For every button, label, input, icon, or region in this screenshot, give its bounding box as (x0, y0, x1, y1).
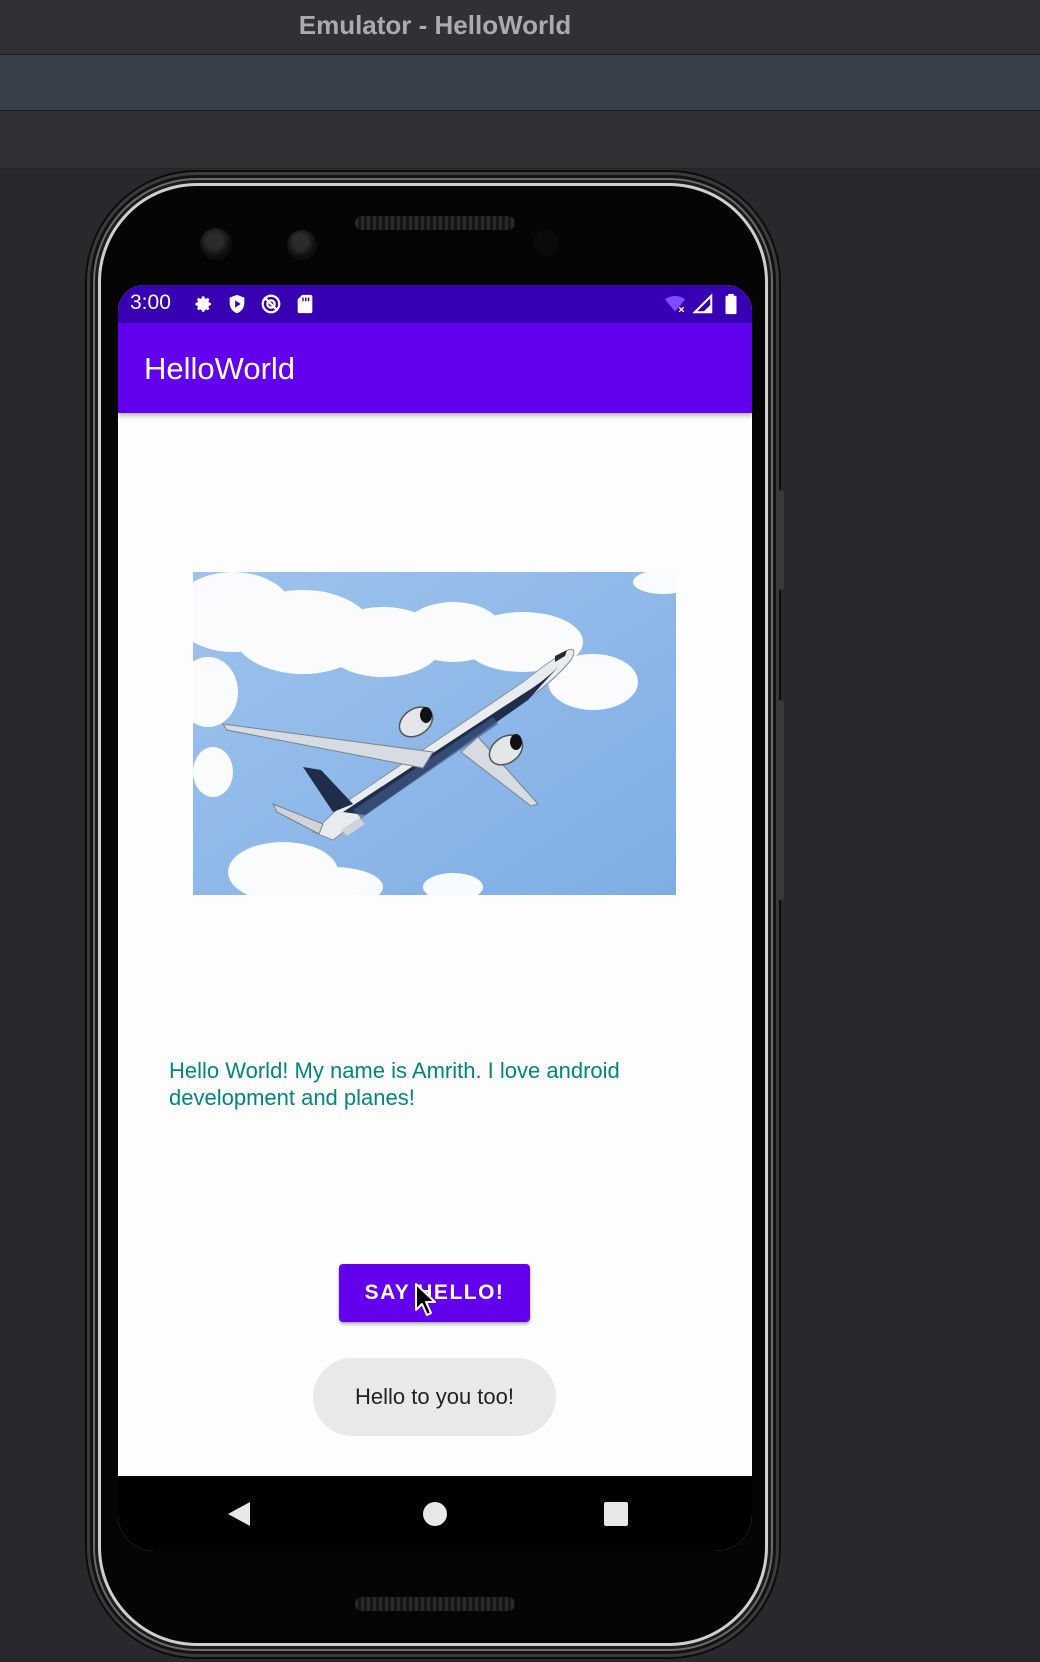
toast-message: Hello to you too! (313, 1358, 556, 1436)
status-bar: 3:00 (118, 285, 752, 323)
emulator-titlebar: Emulator - HelloWorld (0, 0, 1040, 55)
volume-button[interactable] (778, 700, 784, 900)
shield-icon (229, 294, 245, 314)
recents-icon[interactable] (604, 1502, 628, 1526)
cell-signal-icon (692, 293, 713, 314)
sd-card-icon (297, 294, 313, 314)
power-button[interactable] (778, 490, 784, 590)
emulator-toolbar (0, 55, 1040, 111)
emulator-subtoolbar (0, 111, 1040, 169)
airplane-image (193, 572, 676, 895)
back-icon[interactable] (226, 1501, 252, 1527)
front-sensor (287, 230, 317, 260)
settings-icon (195, 296, 211, 312)
navigation-bar (118, 1476, 752, 1551)
bottom-speaker (355, 1597, 515, 1611)
device-screen: 3:00 HelloWorld Hello World! My name is … (118, 285, 752, 1551)
front-camera-right (533, 230, 559, 256)
status-time: 3:00 (130, 291, 171, 314)
front-camera-left (200, 228, 232, 260)
wifi-no-internet-icon (664, 295, 686, 313)
battery-icon (725, 293, 737, 315)
app-title: HelloWorld (144, 351, 296, 386)
airplane-photo-drawing (193, 572, 676, 895)
window-title: Emulator - HelloWorld (298, 10, 572, 40)
sync-disabled-icon (261, 294, 281, 314)
top-speaker (355, 216, 515, 230)
app-bar: HelloWorld (118, 323, 752, 413)
greeting-text: Hello World! My name is Amrith. I love a… (169, 1058, 620, 1110)
home-icon[interactable] (422, 1501, 448, 1527)
mouse-cursor-icon (415, 1283, 436, 1316)
